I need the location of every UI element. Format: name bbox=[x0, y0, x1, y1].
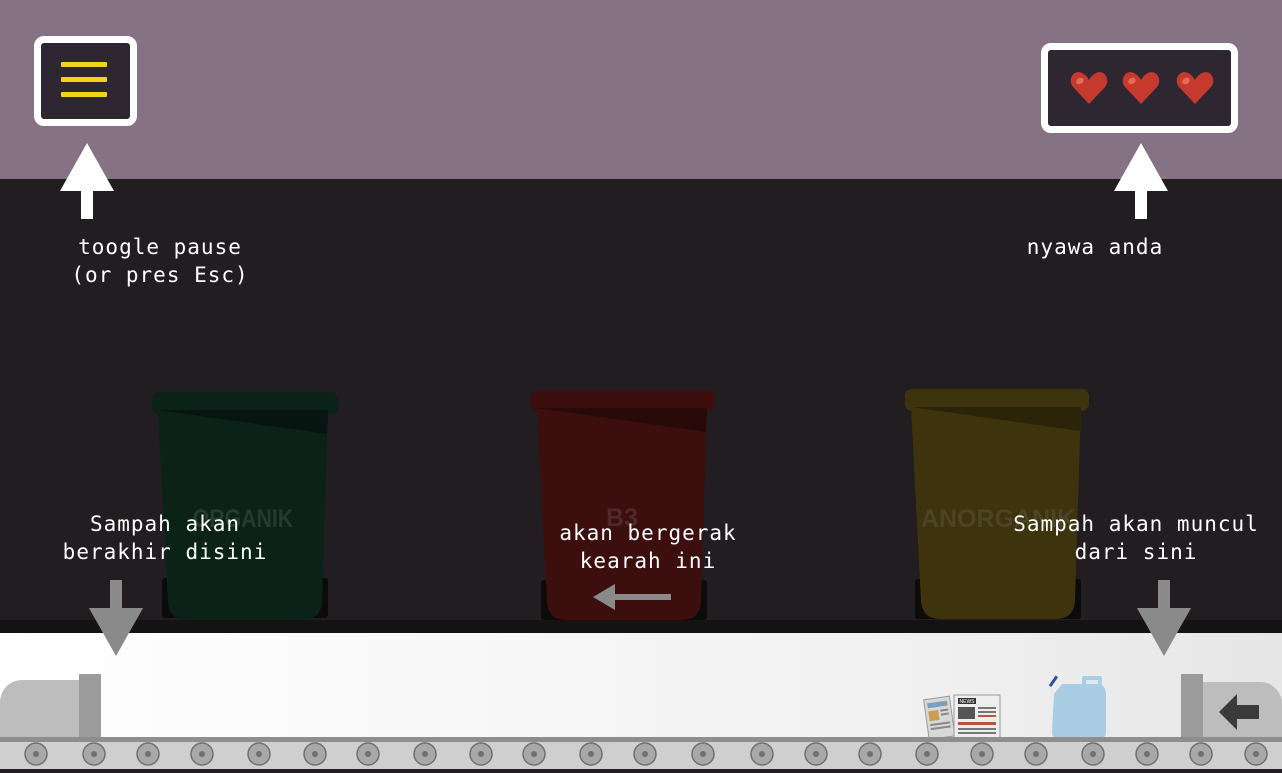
end-hint-line2: berakhir disini bbox=[62, 540, 268, 564]
bin-anorganik: ANORGANIK bbox=[905, 389, 1089, 619]
arrow-left-icon bbox=[593, 584, 671, 610]
hamburger-menu-icon bbox=[61, 62, 107, 107]
belt-top-edge bbox=[0, 620, 1282, 633]
spawn-hint-line2: dari sini bbox=[1074, 540, 1198, 564]
heart-icon bbox=[1070, 72, 1108, 104]
spawn-hint-line1: Sampah akan muncul bbox=[1013, 512, 1259, 536]
newspaper-item[interactable]: NEWS bbox=[922, 692, 1002, 740]
lives-panel bbox=[1041, 43, 1238, 133]
pause-hint: toogle pause (or pres Esc) bbox=[40, 233, 280, 289]
pause-button[interactable] bbox=[34, 36, 137, 126]
belt-end-left bbox=[0, 680, 80, 738]
direction-hint-line2: kearah ini bbox=[579, 549, 717, 573]
belt-rollers bbox=[0, 742, 1282, 769]
newspaper-masthead: NEWS bbox=[960, 699, 976, 705]
roller-row bbox=[24, 742, 1268, 766]
direction-hint: akan bergerak kearah ini bbox=[538, 519, 758, 575]
belt-spawn-post-right bbox=[1181, 674, 1203, 738]
pause-hint-line1: toogle pause bbox=[78, 235, 242, 259]
jerrycan-item[interactable] bbox=[1048, 672, 1110, 740]
arrow-left-icon bbox=[1219, 694, 1259, 730]
pause-hint-line2: (or pres Esc) bbox=[71, 263, 249, 287]
direction-hint-line1: akan bergerak bbox=[559, 521, 737, 545]
lives-hint: nyawa anda bbox=[1026, 235, 1164, 259]
heart-icon bbox=[1122, 72, 1160, 104]
arrow-up-icon bbox=[1114, 143, 1168, 219]
arrow-down-icon bbox=[89, 580, 143, 656]
belt-end-post-left bbox=[79, 674, 101, 738]
spawn-hint: Sampah akan muncul dari sini bbox=[1000, 510, 1272, 566]
end-hint-line1: Sampah akan bbox=[89, 512, 241, 536]
heart-icon bbox=[1176, 72, 1214, 104]
arrow-down-icon bbox=[1137, 580, 1191, 656]
arrow-up-icon bbox=[60, 143, 114, 219]
end-hint: Sampah akan berakhir disini bbox=[40, 510, 290, 566]
